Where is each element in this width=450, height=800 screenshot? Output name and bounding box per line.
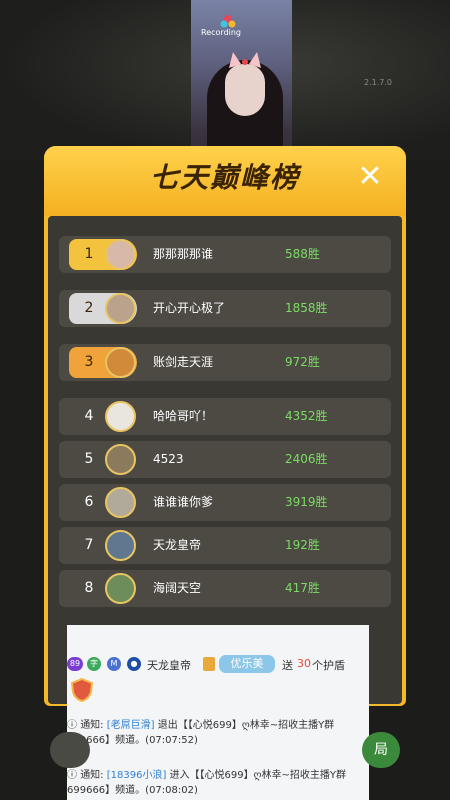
cat-ears-filter-icon: [229, 52, 261, 68]
rank-number: 1: [84, 246, 94, 262]
chat-area: 89 字 M ● 天龙皇帝 优乐美 送 30 个护盾 ⓘ 通知: [老屌巨滑] …: [67, 625, 369, 800]
shield-gift-icon: [70, 677, 94, 703]
notice-user[interactable]: [18396小浪]: [107, 770, 167, 781]
player-name: 谁谁谁你爹: [153, 495, 214, 509]
fan-badge: 优乐美: [219, 655, 275, 673]
level-badge: 89: [67, 657, 83, 671]
bottom-right-button[interactable]: 局: [362, 732, 400, 768]
win-count: 417胜: [285, 581, 320, 595]
notice-user[interactable]: [老屌巨滑]: [107, 720, 155, 731]
gift-count: 30: [297, 657, 311, 670]
ranking-row[interactable]: 6 谁谁谁你爹 3919胜: [59, 484, 391, 521]
info-icon: ⓘ: [67, 720, 77, 731]
gift-user[interactable]: 天龙皇帝: [147, 657, 191, 673]
rank-number: 2: [84, 300, 94, 316]
badge-a: 字: [87, 657, 101, 671]
notice-exit: ⓘ 通知: [老屌巨滑] 退出【【心悦699】ღ林幸~招收主播Y群699666】…: [67, 718, 369, 748]
win-count: 3919胜: [285, 495, 328, 509]
avatar[interactable]: [105, 444, 136, 475]
avatar[interactable]: [105, 487, 136, 518]
player-name: 账剑走天涯: [153, 355, 214, 369]
notice-label: 通知:: [80, 720, 104, 731]
info-icon: ⓘ: [67, 770, 77, 781]
win-count: 1858胜: [285, 301, 328, 315]
avatar[interactable]: [105, 239, 136, 270]
gift-suffix: 个护盾: [312, 659, 345, 672]
ranking-row[interactable]: 4 哈哈哥吖！ 4352胜: [59, 398, 391, 435]
close-button[interactable]: ✕: [355, 162, 385, 192]
gift-message: 89 字 M ● 天龙皇帝 优乐美 送 30 个护盾: [67, 653, 369, 675]
ranking-title: 七天巅峰榜: [149, 161, 300, 194]
rank-number: 4: [84, 408, 94, 424]
player-name: 那那那那谁: [153, 247, 214, 261]
rank-number: 5: [84, 451, 94, 467]
win-count: 4352胜: [285, 409, 328, 423]
ranking-row[interactable]: 3 账剑走天涯 972胜: [59, 344, 391, 381]
player-name: 4523: [153, 452, 184, 466]
win-count: 192胜: [285, 538, 320, 552]
notice-enter: ⓘ 通知: [18396小浪] 进入【【心悦699】ღ林幸~招收主播Y群6996…: [67, 768, 369, 798]
streamer-face: [225, 64, 265, 116]
bottom-left-button[interactable]: [50, 732, 90, 768]
rank-number: 3: [84, 354, 94, 370]
ranking-row[interactable]: 2 开心开心极了 1858胜: [59, 290, 391, 327]
avatar[interactable]: [105, 293, 136, 324]
player-name: 开心开心极了: [153, 301, 226, 315]
rank-number: 6: [84, 494, 94, 510]
ranking-row[interactable]: 8 海阔天空 417胜: [59, 570, 391, 607]
avatar[interactable]: [105, 530, 136, 561]
avatar[interactable]: [105, 573, 136, 604]
badge-b: M: [107, 657, 121, 671]
version-label: 2.1.7.0: [364, 78, 392, 87]
recording-watermark: Recording: [201, 28, 242, 37]
fan-icon: [203, 657, 215, 671]
rank-number: 7: [84, 537, 94, 553]
win-count: 972胜: [285, 355, 320, 369]
rank-number: 8: [84, 580, 94, 596]
ranking-row[interactable]: 5 4523 2406胜: [59, 441, 391, 478]
win-count: 588胜: [285, 247, 320, 261]
ranking-row[interactable]: 1 那那那那谁 588胜: [59, 236, 391, 273]
player-name: 哈哈哥吖！: [153, 409, 214, 423]
avatar[interactable]: [105, 401, 136, 432]
ranking-row[interactable]: 7 天龙皇帝 192胜: [59, 527, 391, 564]
notice-label: 通知:: [80, 770, 104, 781]
badge-c-icon: ●: [127, 657, 141, 671]
avatar[interactable]: [105, 347, 136, 378]
player-name: 天龙皇帝: [153, 538, 202, 552]
win-count: 2406胜: [285, 452, 328, 466]
gift-action: 送: [282, 659, 293, 672]
player-name: 海阔天空: [153, 581, 202, 595]
recording-logo-icon: [220, 15, 236, 28]
